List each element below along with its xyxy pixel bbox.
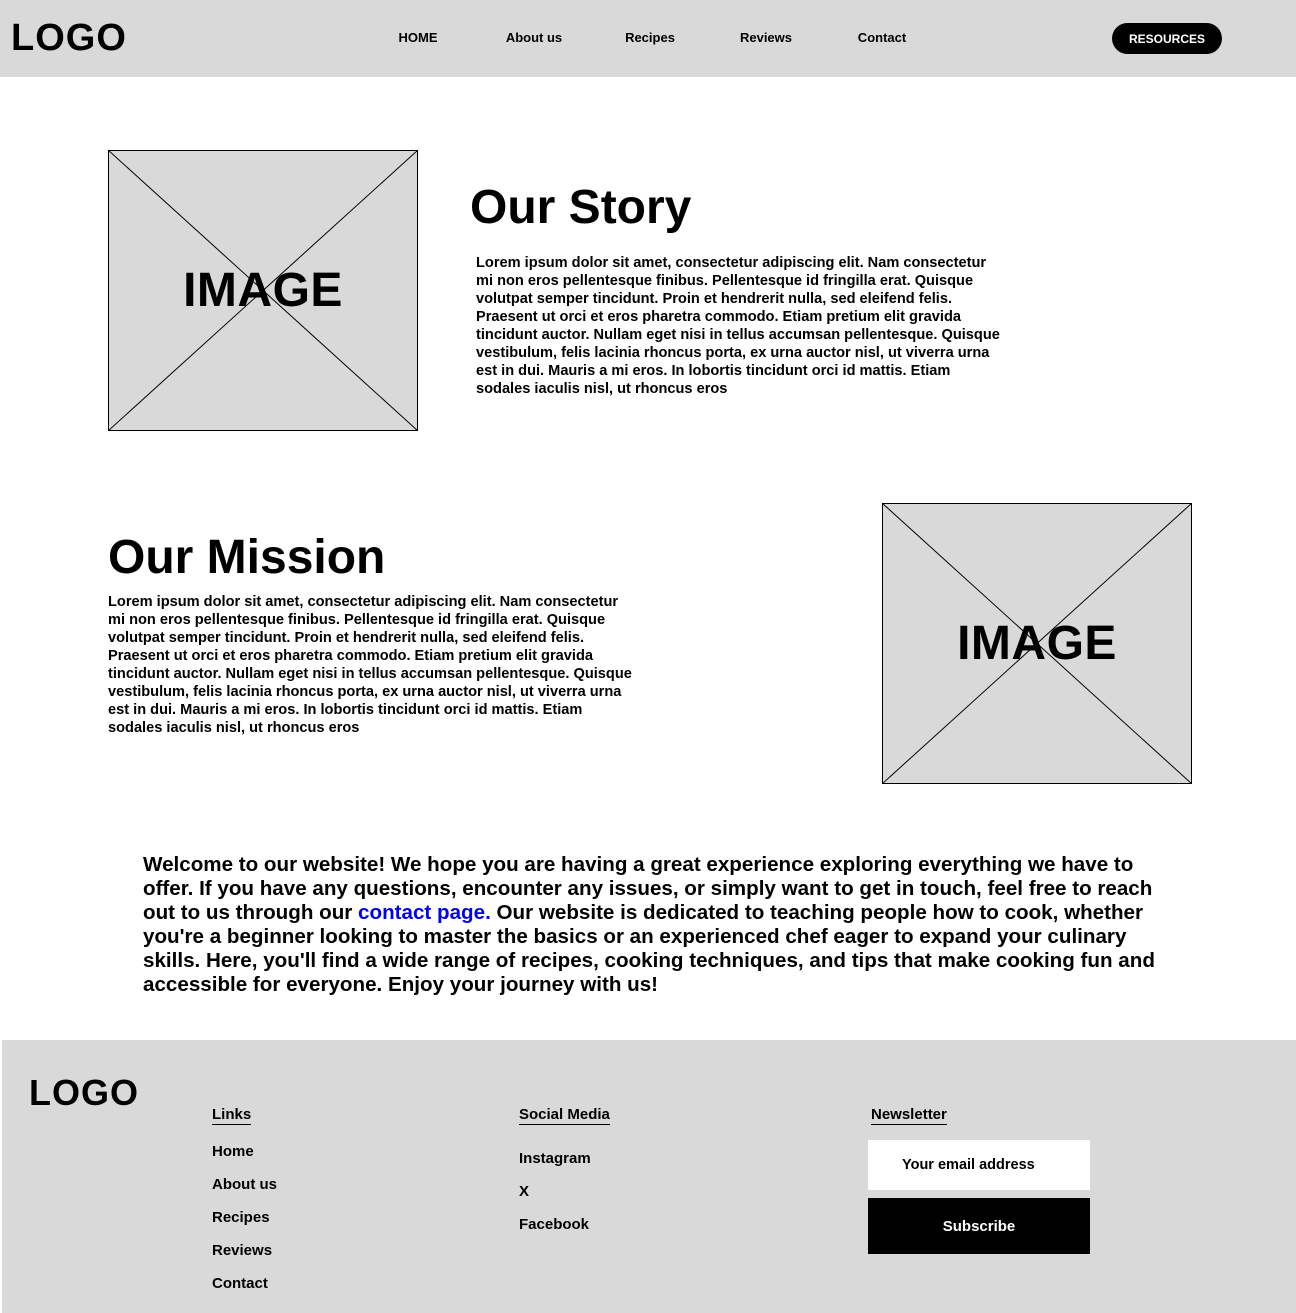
- welcome-paragraph: Welcome to our website! We hope you are …: [143, 853, 1155, 997]
- mission-body: Lorem ipsum dolor sit amet, consectetur …: [108, 594, 632, 736]
- footer-link-recipes[interactable]: Recipes: [212, 1209, 270, 1227]
- header-logo[interactable]: LOGO: [11, 17, 127, 59]
- subscribe-button[interactable]: Subscribe: [868, 1198, 1090, 1254]
- footer-link-reviews[interactable]: Reviews: [212, 1242, 272, 1260]
- mission-title: Our Mission: [108, 531, 386, 584]
- footer-logo[interactable]: LOGO: [29, 1073, 139, 1113]
- resources-button[interactable]: RESOURCES: [1112, 23, 1222, 54]
- site-footer: [2, 1040, 1296, 1313]
- social-link-facebook[interactable]: Facebook: [519, 1216, 589, 1234]
- footer-newsletter-heading: Newsletter: [871, 1106, 947, 1125]
- nav-recipes[interactable]: Recipes: [625, 30, 675, 46]
- nav-reviews[interactable]: Reviews: [740, 30, 792, 46]
- nav-about-us[interactable]: About us: [506, 30, 562, 46]
- story-title: Our Story: [470, 181, 692, 234]
- nav-contact[interactable]: Contact: [858, 30, 906, 46]
- footer-link-contact[interactable]: Contact: [212, 1275, 268, 1293]
- image-placeholder-label: IMAGE: [183, 263, 343, 317]
- contact-page-link[interactable]: contact page.: [358, 901, 491, 924]
- mission-image-placeholder: IMAGE: [882, 503, 1192, 784]
- footer-links-heading: Links: [212, 1106, 252, 1125]
- social-link-x[interactable]: X: [519, 1183, 529, 1201]
- footer-link-home[interactable]: Home: [212, 1143, 254, 1161]
- footer-social-heading: Social Media: [519, 1106, 610, 1125]
- story-body: Lorem ipsum dolor sit amet, consectetur …: [476, 255, 1000, 397]
- social-link-instagram[interactable]: Instagram: [519, 1150, 591, 1168]
- newsletter-email-input[interactable]: [868, 1140, 1090, 1190]
- story-image-placeholder: IMAGE: [108, 150, 418, 431]
- footer-link-about-us[interactable]: About us: [212, 1176, 277, 1194]
- nav-home[interactable]: HOME: [399, 30, 438, 46]
- image-placeholder-label: IMAGE: [957, 616, 1117, 670]
